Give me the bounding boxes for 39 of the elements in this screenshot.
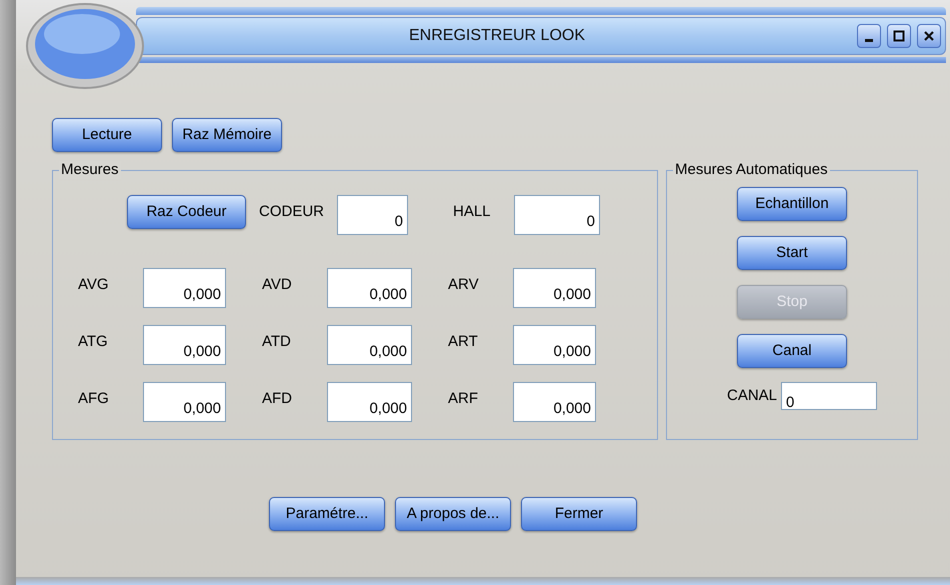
- field-label: ART: [448, 332, 479, 352]
- field-label: ARF: [448, 389, 479, 409]
- field-label: ARV: [448, 275, 480, 295]
- field-label: CANAL: [726, 386, 778, 406]
- button[interactable]: Raz Codeur: [127, 195, 246, 229]
- input-field[interactable]: 0,000: [327, 382, 412, 422]
- button[interactable]: Canal: [737, 334, 847, 368]
- button[interactable]: Paramétre...: [269, 497, 385, 531]
- input-field[interactable]: 0: [781, 382, 878, 410]
- field-label: CODEUR: [259, 202, 326, 222]
- input-field[interactable]: 0,000: [143, 268, 226, 308]
- input-field[interactable]: 0,000: [327, 268, 412, 308]
- minimize-button[interactable]: [857, 24, 881, 48]
- maximize-button[interactable]: [887, 24, 911, 48]
- button[interactable]: Fermer: [521, 497, 637, 531]
- field-label: AFG: [78, 389, 110, 409]
- group-title: Mesures Automatiques: [673, 161, 830, 179]
- field-label: AFD: [262, 389, 293, 409]
- input-field[interactable]: 0,000: [327, 325, 412, 365]
- close-button[interactable]: [917, 24, 941, 48]
- input-field[interactable]: 0: [514, 195, 600, 235]
- dash-icon: [865, 38, 873, 42]
- field-label: AVG: [78, 275, 110, 295]
- input-field[interactable]: 0,000: [513, 268, 596, 308]
- button[interactable]: A propos de...: [395, 497, 511, 531]
- input-field[interactable]: 0: [337, 195, 408, 235]
- field-label: AVD: [262, 275, 293, 295]
- button[interactable]: Start: [737, 236, 847, 270]
- window-title: ENREGISTREUR LOOK: [408, 26, 586, 46]
- button[interactable]: Lecture: [52, 118, 162, 152]
- button[interactable]: Echantillon: [737, 187, 847, 221]
- input-field[interactable]: 0,000: [513, 325, 596, 365]
- input-field[interactable]: 0,000: [513, 382, 596, 422]
- field-label: ATG: [78, 332, 109, 352]
- input-field[interactable]: 0,000: [143, 325, 226, 365]
- button[interactable]: Raz Mémoire: [172, 118, 282, 152]
- input-field[interactable]: 0,000: [143, 382, 226, 422]
- field-label: HALL: [453, 202, 492, 222]
- field-label: ATD: [262, 332, 292, 352]
